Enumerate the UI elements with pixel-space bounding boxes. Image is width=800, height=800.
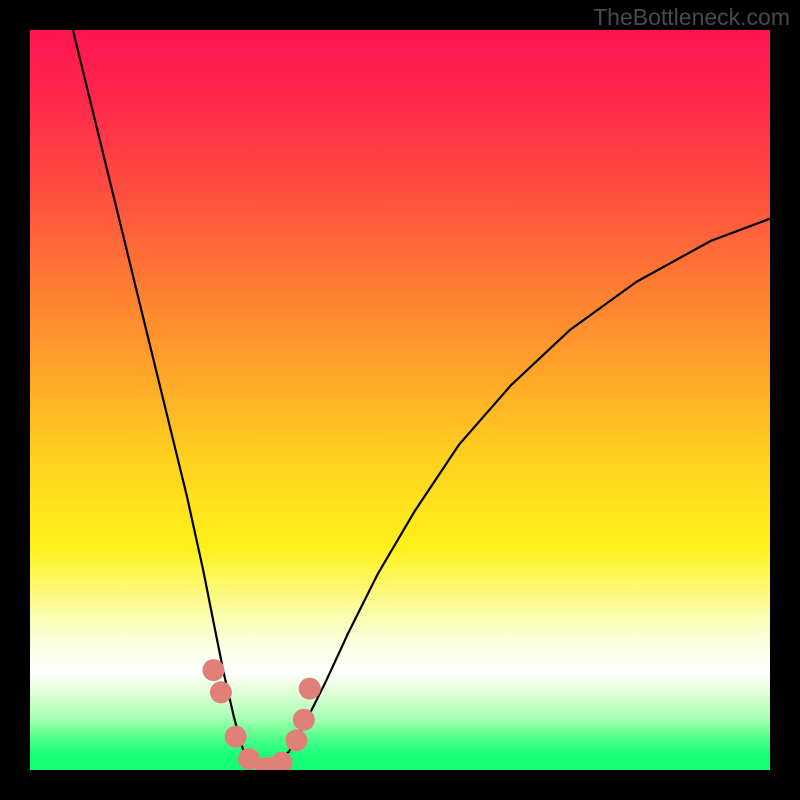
highlight-dot bbox=[285, 729, 307, 751]
highlight-dot bbox=[203, 659, 225, 681]
highlight-dot bbox=[299, 678, 321, 700]
highlight-dot bbox=[225, 726, 247, 748]
curve-layer bbox=[30, 30, 770, 770]
highlight-dot bbox=[210, 681, 232, 703]
highlight-dot bbox=[271, 752, 293, 770]
highlight-dots bbox=[203, 659, 321, 770]
highlight-dot bbox=[293, 709, 315, 731]
chart-frame: TheBottleneck.com bbox=[0, 0, 800, 800]
bottleneck-curve bbox=[73, 30, 770, 770]
watermark-text: TheBottleneck.com bbox=[593, 4, 790, 31]
plot-area bbox=[30, 30, 770, 770]
